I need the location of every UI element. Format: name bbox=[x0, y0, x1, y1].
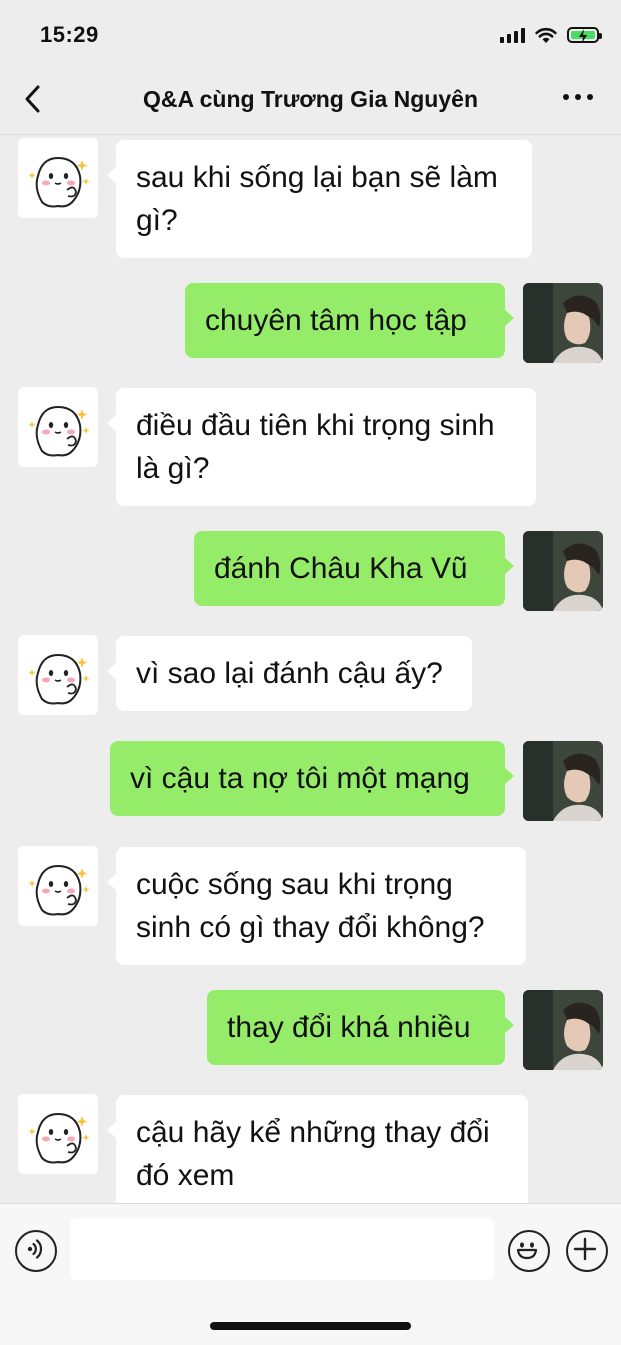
charging-bolt-icon bbox=[579, 29, 587, 43]
message-text: cậu hãy kể những thay đổi đó xem bbox=[136, 1116, 490, 1192]
wifi-icon bbox=[535, 27, 557, 43]
status-bar: 15:29 bbox=[0, 0, 621, 64]
outgoing-message: chuyên tâm học tập bbox=[185, 283, 514, 358]
contact-avatar[interactable] bbox=[18, 138, 98, 218]
profile-photo-icon bbox=[523, 531, 603, 611]
message-text: vì cậu ta nợ tôi một mạng bbox=[130, 762, 470, 795]
contact-avatar[interactable] bbox=[18, 1094, 98, 1174]
incoming-message: cuộc sống sau khi trọng sinh có gì thay … bbox=[107, 847, 526, 965]
message-input[interactable] bbox=[70, 1218, 494, 1280]
profile-photo-icon bbox=[523, 283, 603, 363]
incoming-message: điều đầu tiên khi trọng sinh là gì? bbox=[107, 388, 536, 506]
battery-icon bbox=[567, 27, 602, 43]
more-dots-icon[interactable] bbox=[563, 94, 593, 100]
message-text: đánh Châu Kha Vũ bbox=[214, 552, 468, 585]
emoji-icon[interactable] bbox=[508, 1230, 550, 1272]
my-avatar[interactable] bbox=[523, 531, 603, 611]
status-time: 15:29 bbox=[40, 22, 99, 47]
nav-bar: Q&A cùng Trương Gia Nguyên bbox=[0, 64, 621, 134]
message-text: thay đổi khá nhiều bbox=[227, 1011, 471, 1044]
cartoon-avatar-icon bbox=[28, 156, 90, 208]
cartoon-avatar-icon bbox=[28, 405, 90, 457]
profile-photo-icon bbox=[523, 990, 603, 1070]
outgoing-message: đánh Châu Kha Vũ bbox=[194, 531, 514, 606]
outgoing-message: thay đổi khá nhiều bbox=[207, 990, 514, 1065]
my-avatar[interactable] bbox=[523, 741, 603, 821]
contact-avatar[interactable] bbox=[18, 635, 98, 715]
plus-icon[interactable] bbox=[566, 1230, 608, 1272]
message-text: vì sao lại đánh cậu ấy? bbox=[136, 657, 443, 690]
my-avatar[interactable] bbox=[523, 283, 603, 363]
signal-icon bbox=[500, 27, 525, 43]
status-icons bbox=[500, 26, 602, 44]
my-avatar[interactable] bbox=[523, 990, 603, 1070]
voice-icon[interactable] bbox=[15, 1230, 57, 1272]
message-text: sau khi sống lại bạn sẽ làm gì? bbox=[136, 161, 498, 237]
cartoon-avatar-icon bbox=[28, 864, 90, 916]
message-text: chuyên tâm học tập bbox=[205, 304, 467, 337]
message-text: điều đầu tiên khi trọng sinh là gì? bbox=[136, 409, 495, 485]
incoming-message: sau khi sống lại bạn sẽ làm gì? bbox=[107, 140, 532, 258]
chat-area[interactable]: sau khi sống lại bạn sẽ làm gì? chuyên t… bbox=[0, 135, 621, 1203]
incoming-message: cậu hãy kể những thay đổi đó xem bbox=[107, 1095, 528, 1203]
cartoon-avatar-icon bbox=[28, 1112, 90, 1164]
chat-title: Q&A cùng Trương Gia Nguyên bbox=[142, 86, 478, 112]
contact-avatar[interactable] bbox=[18, 387, 98, 467]
cartoon-avatar-icon bbox=[28, 653, 90, 705]
outgoing-message: vì cậu ta nợ tôi một mạng bbox=[110, 741, 514, 816]
incoming-message: vì sao lại đánh cậu ấy? bbox=[107, 636, 472, 711]
home-indicator[interactable] bbox=[210, 1322, 411, 1330]
profile-photo-icon bbox=[523, 741, 603, 821]
contact-avatar[interactable] bbox=[18, 846, 98, 926]
message-text: cuộc sống sau khi trọng sinh có gì thay … bbox=[136, 868, 485, 944]
